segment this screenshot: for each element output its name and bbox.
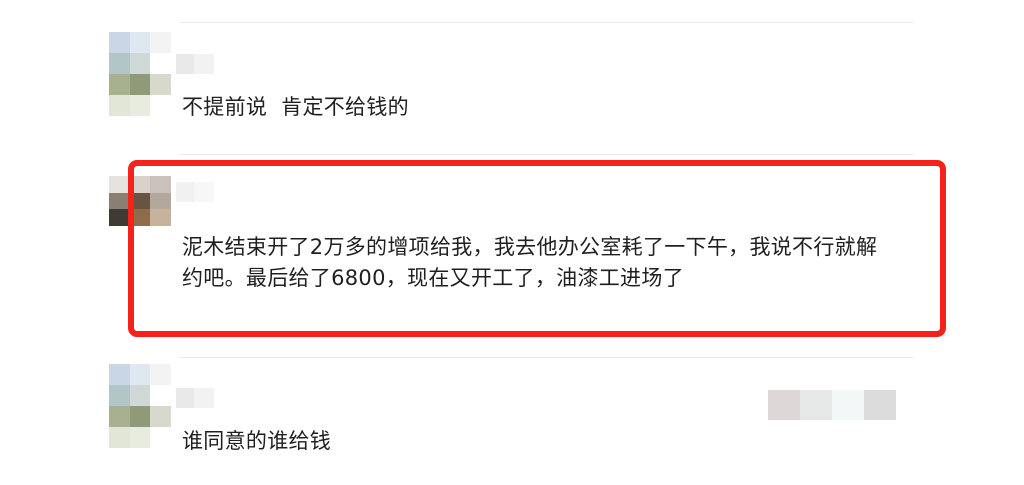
comment-divider [180, 357, 914, 358]
top-divider [180, 22, 914, 23]
comment-text: 谁同意的谁给钱 [182, 429, 332, 453]
user-avatar[interactable] [109, 176, 171, 242]
user-avatar[interactable] [109, 364, 171, 448]
comment-text: 不提前说 肯定不给钱的 [182, 95, 409, 119]
user-avatar[interactable] [109, 32, 171, 116]
username-blur[interactable] [176, 54, 214, 74]
username-blur[interactable] [176, 388, 214, 408]
comment-text: 泥木结束开了2万多的增项给我，我去他办公室耗了一下午，我说不行就解约吧。最后给了… [182, 235, 878, 290]
comment-divider [180, 154, 914, 155]
action-blur[interactable] [768, 390, 896, 420]
username-blur[interactable] [176, 182, 214, 202]
